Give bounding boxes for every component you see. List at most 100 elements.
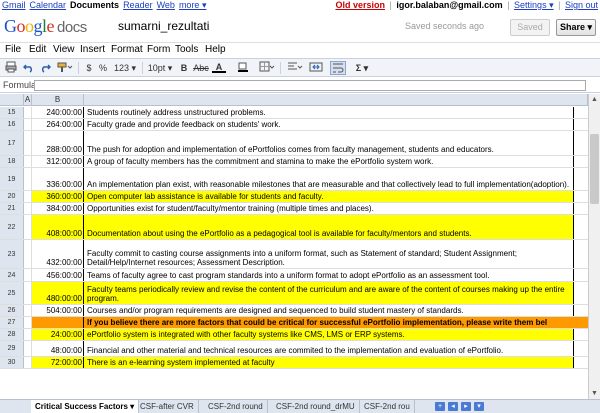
cell-a[interactable] <box>24 119 32 130</box>
saved-button[interactable]: Saved <box>510 19 550 36</box>
number-format-dropdown[interactable]: 123 ▾ <box>112 61 138 75</box>
cell-c[interactable]: Students routinely address unstructured … <box>84 107 574 118</box>
cell-c[interactable]: There is an e-learning system implemente… <box>84 357 574 368</box>
share-button[interactable]: Share ▾ <box>556 19 596 36</box>
row-number[interactable]: 21 <box>0 203 24 214</box>
sheet-list-icon[interactable]: ▾ <box>474 402 484 411</box>
cell-a[interactable] <box>24 107 32 118</box>
cell-a[interactable] <box>24 156 32 167</box>
cell-a[interactable] <box>24 131 32 155</box>
menu-help[interactable]: Help <box>205 44 226 55</box>
cell-b[interactable] <box>32 317 84 328</box>
cell-c[interactable]: The push for adoption and implementation… <box>84 131 574 155</box>
undo-icon[interactable] <box>22 61 36 75</box>
text-color-button[interactable]: A <box>212 61 226 73</box>
cell-a[interactable] <box>24 282 32 304</box>
cell-b[interactable]: 504:00:00 <box>32 305 84 316</box>
menu-insert[interactable]: Insert <box>80 44 105 55</box>
cell-a[interactable] <box>24 329 32 340</box>
print-icon[interactable] <box>4 61 18 75</box>
strikethrough-button[interactable]: Abc <box>192 61 210 75</box>
cell-a[interactable] <box>24 305 32 316</box>
scroll-up-icon[interactable]: ▲ <box>589 94 600 105</box>
row-number[interactable]: 22 <box>0 215 24 239</box>
menu-tools[interactable]: Tools <box>175 44 198 55</box>
functions-dropdown[interactable]: Σ ▾ <box>352 61 372 75</box>
gbar-link-reader[interactable]: Reader <box>123 0 153 10</box>
old-version-link[interactable]: Old version <box>335 0 385 10</box>
sign-out-link[interactable]: Sign out <box>565 0 598 10</box>
redo-icon[interactable] <box>38 61 52 75</box>
percent-format-button[interactable]: % <box>98 61 108 75</box>
cell-c[interactable]: Faculty commit to casting course assignm… <box>84 240 574 268</box>
tab-scroll-left-icon[interactable]: ◂ <box>448 402 458 411</box>
merge-cells-icon[interactable] <box>308 61 324 75</box>
sheet-tab[interactable]: CSF-after CVR <box>136 400 199 413</box>
cell-a[interactable] <box>24 357 32 368</box>
column-header-c[interactable] <box>84 94 588 106</box>
column-header-a[interactable]: A <box>24 94 32 106</box>
cell-b[interactable]: 288:00:00 <box>32 131 84 155</box>
cell-a[interactable] <box>24 215 32 239</box>
row-number[interactable]: 18 <box>0 156 24 167</box>
fill-color-icon[interactable] <box>236 61 250 75</box>
gbar-link-more[interactable]: more ▾ <box>179 0 207 10</box>
menu-file[interactable]: File <box>5 44 21 55</box>
gbar-link-gmail[interactable]: Gmail <box>2 0 26 10</box>
row-number[interactable]: 28 <box>0 329 24 340</box>
cell-c[interactable]: An implementation plan exist, with reaso… <box>84 168 574 190</box>
cell-a[interactable] <box>24 168 32 190</box>
tab-scroll-right-icon[interactable]: ▸ <box>461 402 471 411</box>
cell-b[interactable]: 336:00:00 <box>32 168 84 190</box>
cell-a[interactable] <box>24 203 32 214</box>
row-number[interactable]: 16 <box>0 119 24 130</box>
cell-b[interactable]: 360:00:00 <box>32 191 84 202</box>
scrollbar-thumb[interactable] <box>590 134 599 204</box>
row-number[interactable]: 24 <box>0 269 24 281</box>
row-number[interactable]: 20 <box>0 191 24 202</box>
cell-a[interactable] <box>24 341 32 356</box>
select-all-corner[interactable] <box>0 94 24 106</box>
row-number[interactable]: 17 <box>0 131 24 155</box>
cell-c[interactable]: Opportunities exist for student/faculty/… <box>84 203 574 214</box>
cell-b[interactable]: 24:00:00 <box>32 329 84 340</box>
paint-format-icon[interactable] <box>56 61 74 75</box>
cell-a[interactable] <box>24 191 32 202</box>
cell-b[interactable]: 312:00:00 <box>32 156 84 167</box>
cell-c[interactable]: A group of faculty members has the commi… <box>84 156 574 167</box>
cell-c[interactable]: Faculty teams periodically review and re… <box>84 282 574 304</box>
vertical-scrollbar[interactable]: ▲ ▼ <box>588 94 600 399</box>
cell-b[interactable]: 48:00:00 <box>32 341 84 356</box>
wrap-text-icon[interactable] <box>330 61 346 75</box>
cell-b[interactable]: 240:00:00 <box>32 107 84 118</box>
row-number[interactable]: 25 <box>0 282 24 304</box>
cell-b[interactable]: 432:00:00 <box>32 240 84 268</box>
sheet-tab[interactable]: CSF-2nd round <box>204 400 268 413</box>
cell-c[interactable]: Documentation about using the ePortfolio… <box>84 215 574 239</box>
settings-link[interactable]: Settings ▾ <box>514 0 554 10</box>
cell-c[interactable]: Courses and/or program requirements are … <box>84 305 574 316</box>
menu-view[interactable]: View <box>53 44 75 55</box>
google-docs-logo[interactable]: Google docs <box>4 16 87 37</box>
add-sheet-icon[interactable]: + <box>435 402 445 411</box>
cell-a[interactable] <box>24 269 32 281</box>
row-number[interactable]: 23 <box>0 240 24 268</box>
cell-c[interactable]: ePortfolio system is integrated with oth… <box>84 329 574 340</box>
align-icon[interactable] <box>286 61 304 75</box>
cell-c[interactable]: Teams of faculty agree to cast program s… <box>84 269 574 281</box>
cell-c[interactable]: If you believe there are more factors th… <box>84 317 588 328</box>
menu-format[interactable]: Format <box>111 44 143 55</box>
cell-b[interactable]: 264:00:00 <box>32 119 84 130</box>
sheet-tab[interactable]: CSF-2nd round_drMU <box>272 400 360 413</box>
cell-c[interactable]: Financial and other material and technic… <box>84 341 574 356</box>
borders-icon[interactable] <box>258 61 276 75</box>
row-number[interactable]: 15 <box>0 107 24 118</box>
cell-b[interactable]: 408:00:00 <box>32 215 84 239</box>
cell-b[interactable]: 456:00:00 <box>32 269 84 281</box>
cell-b[interactable]: 480:00:00 <box>32 282 84 304</box>
sheet-tab[interactable]: Critical Success Factors ▾ <box>31 400 140 413</box>
gbar-link-calendar[interactable]: Calendar <box>30 0 67 10</box>
document-title[interactable]: sumarni_rezultati <box>118 19 209 33</box>
formula-input[interactable] <box>34 80 586 91</box>
column-header-b[interactable]: B <box>32 94 84 106</box>
